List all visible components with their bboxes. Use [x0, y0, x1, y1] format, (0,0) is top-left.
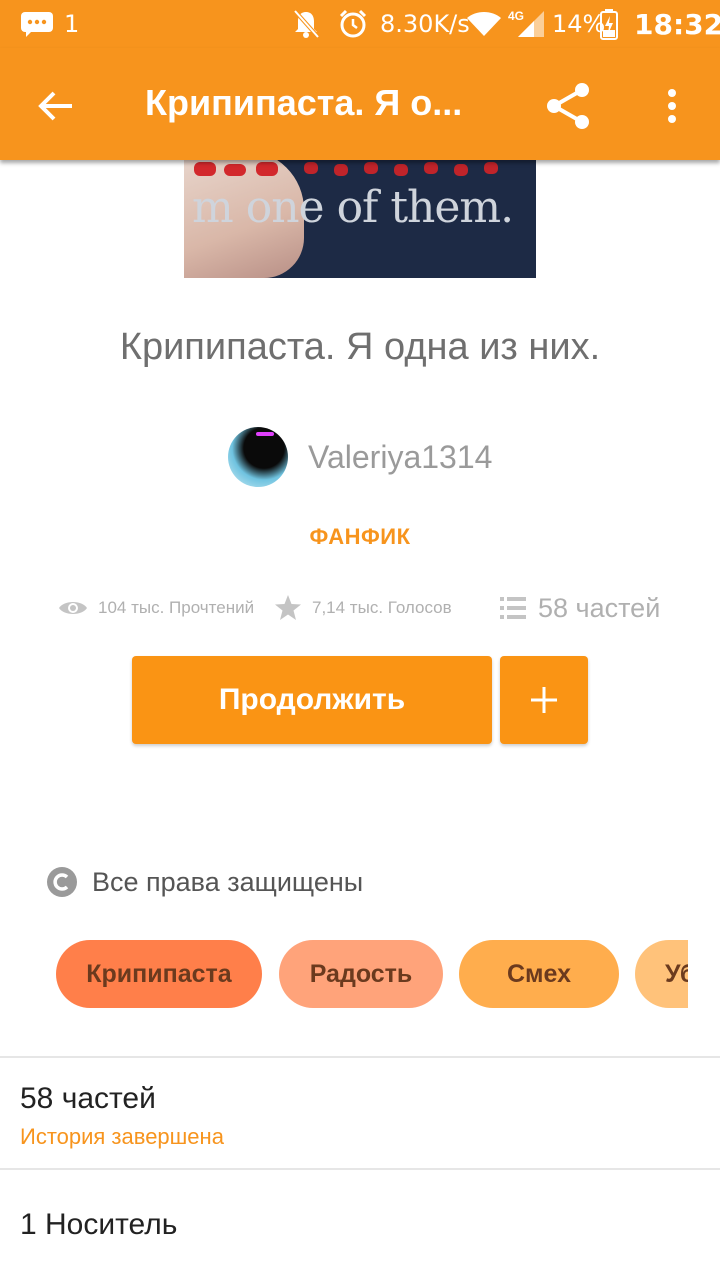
tag-chip[interactable]: Уб — [635, 940, 688, 1008]
tag-chip[interactable]: Крипипаста — [56, 940, 262, 1008]
more-vert-icon[interactable] — [650, 76, 694, 136]
cover-nails-graphic — [194, 162, 498, 176]
back-arrow-icon[interactable] — [28, 78, 84, 134]
app-bar-title: Крипипаста. Я о... — [145, 82, 463, 123]
cover-text: m one of them. — [192, 182, 514, 233]
tag-chip[interactable]: Радость — [279, 940, 443, 1008]
battery-charging-icon — [600, 0, 618, 48]
star-icon — [275, 595, 301, 620]
category-label[interactable]: ФАНФИК — [0, 524, 720, 550]
status-bar: 1 8.30K/s 4G 14% 18:32 — [0, 0, 720, 48]
reads-count: 104 тыс. Прочтений — [98, 598, 255, 617]
app-bar: Крипипаста. Я о... — [0, 48, 720, 160]
votes-count: 7,14 тыс. Голосов — [312, 598, 452, 617]
author-name[interactable]: Valeriya1314 — [308, 439, 492, 476]
votes-stat: 7,14 тыс. Голосов — [274, 588, 452, 628]
parts-title[interactable]: 58 частей — [20, 1082, 156, 1116]
stats-row: 104 тыс. Прочтений 7,14 тыс. Голосов 58 … — [0, 588, 720, 628]
parts-count[interactable]: 58 частей — [538, 593, 660, 624]
battery-level: 14% — [552, 10, 606, 38]
divider — [0, 1056, 720, 1058]
reads-stat: 104 тыс. Прочтений — [58, 588, 254, 628]
carrier-row[interactable]: 1 Носитель — [20, 1208, 177, 1242]
tags-row[interactable]: Крипипаста Радость Смех Уб — [56, 940, 688, 1008]
parts-stat[interactable]: 58 частей — [500, 588, 660, 628]
alarm-icon — [338, 0, 368, 48]
author[interactable]: Valeriya1314 — [228, 426, 492, 488]
wifi-icon — [466, 0, 502, 48]
avatar[interactable] — [228, 427, 288, 487]
divider — [0, 1168, 720, 1170]
tag-chip[interactable]: Смех — [459, 940, 619, 1008]
copyright-label: Все права защищены — [92, 866, 364, 897]
add-to-library-button[interactable] — [500, 656, 588, 744]
signal-icon — [516, 0, 546, 48]
copyright-icon — [47, 867, 77, 897]
copyright-row: Все права защищены — [46, 862, 363, 902]
clock: 18:32 — [634, 7, 720, 41]
eye-icon — [59, 602, 87, 614]
notification-count: 1 — [64, 10, 80, 38]
book-title: Крипипаста. Я одна из них. — [119, 326, 601, 368]
story-status: История завершена — [20, 1124, 224, 1149]
message-icon — [20, 0, 54, 48]
list-icon — [500, 597, 526, 619]
continue-reading-button[interactable]: Продолжить — [132, 656, 492, 744]
plus-icon — [531, 687, 557, 713]
book-cover[interactable]: m one of them. — [184, 150, 536, 278]
bell-off-icon — [292, 0, 320, 48]
share-icon[interactable] — [538, 76, 598, 136]
network-speed: 8.30K/s — [380, 10, 470, 38]
